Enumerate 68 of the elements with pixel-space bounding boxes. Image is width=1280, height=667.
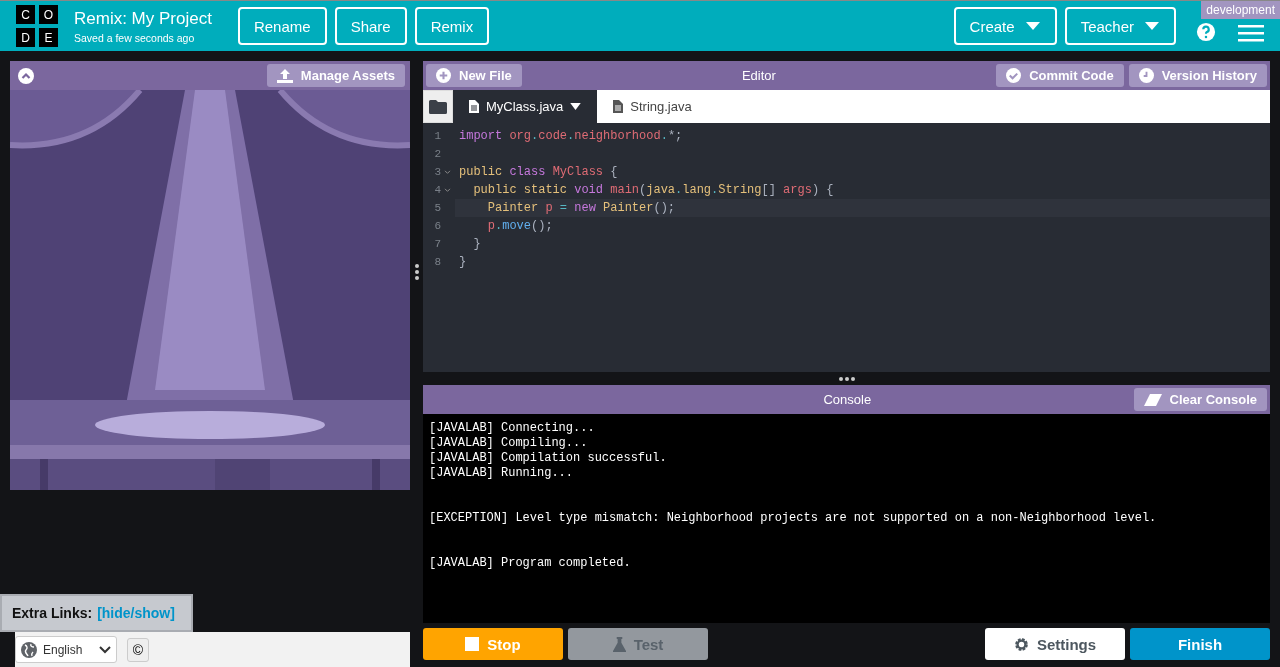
code-line: import org.code.neighborhood.*; (459, 129, 683, 143)
caret-icon (1024, 21, 1041, 31)
file-icon (613, 100, 624, 113)
upload-icon (276, 68, 293, 83)
plus-icon (436, 68, 451, 83)
flask-icon (612, 636, 626, 652)
code-line: public class MyClass { (459, 165, 618, 179)
file-tab[interactable]: String.java (597, 90, 708, 123)
action-button[interactable]: Finish (1130, 628, 1270, 660)
fold-icon[interactable] (444, 169, 451, 175)
line-number: 8 (433, 256, 441, 268)
menu-button[interactable]: Create (953, 7, 1057, 45)
version-history-button[interactable]: Version History (1128, 64, 1267, 87)
console-line: [JAVALAB] Connecting... (429, 421, 596, 436)
line-number: 5 (433, 202, 441, 214)
action-button[interactable]: Stop (423, 628, 563, 660)
line-number: 3 (433, 166, 441, 178)
editor-title: Editor (740, 68, 777, 83)
check-icon (1006, 68, 1022, 83)
header-button[interactable]: Share (334, 7, 407, 45)
help-icon[interactable] (1196, 22, 1216, 42)
file-tab[interactable]: MyClass.java (453, 90, 598, 123)
language-select[interactable]: English (15, 636, 117, 663)
stop-icon (465, 637, 480, 651)
folder-icon (429, 99, 447, 114)
save-status: Saved a few seconds ago (74, 31, 196, 44)
console-title: Console (822, 392, 873, 407)
code-logo[interactable]: C O D E (16, 5, 58, 47)
line-number: 7 (433, 238, 441, 250)
copyright-button[interactable]: © (127, 637, 149, 662)
line-number: 2 (433, 148, 441, 160)
project-title: Remix: My Project (74, 8, 212, 29)
manage-assets-button[interactable]: Manage Assets (266, 64, 405, 87)
action-button[interactable]: Settings (985, 628, 1125, 660)
file-icon (469, 100, 479, 113)
code-line: public static void main(java.lang.String[] args) { (472, 183, 834, 197)
clear-console-button[interactable]: Clear Console (1133, 388, 1267, 411)
header-button[interactable]: Remix (414, 7, 490, 45)
settings-icon (1013, 636, 1029, 652)
collapse-icon[interactable] (18, 67, 34, 84)
commit-code-button[interactable]: Commit Code (996, 64, 1124, 87)
line-number: 4 (433, 184, 441, 196)
console-line: [JAVALAB] Compiling... (429, 436, 589, 451)
menu-icon[interactable] (1238, 24, 1264, 42)
line-number: 1 (433, 130, 441, 142)
eraser-icon (1143, 393, 1162, 406)
header-button[interactable]: Rename (237, 7, 327, 45)
new-file-button[interactable]: New File (426, 64, 522, 87)
caret-icon (570, 103, 582, 110)
console-line: [JAVALAB] Running... (429, 466, 575, 481)
environment-badge: development (1201, 1, 1280, 19)
console-line: [JAVALAB] Compilation successful. (429, 451, 668, 466)
code-line: Painter p = new Painter(); (486, 201, 676, 215)
chevron-icon (99, 645, 111, 654)
menu-button[interactable]: Teacher (1064, 7, 1176, 45)
clock-icon (1138, 68, 1154, 83)
globe-icon (21, 641, 37, 658)
console-line: [JAVALAB] Program completed. (429, 556, 632, 571)
code-line: p.move(); (486, 219, 553, 233)
line-number: 6 (433, 220, 441, 232)
fold-icon[interactable] (444, 187, 451, 193)
code-line: } (472, 237, 481, 251)
hide-show-link[interactable]: [hide/show] (97, 605, 175, 621)
extra-links-label: Extra Links: (12, 605, 93, 621)
code-line: } (459, 255, 467, 269)
file-browser-button[interactable] (423, 90, 453, 123)
caret-icon (1144, 21, 1160, 31)
console-line: [EXCEPTION] Level type mismatch: Neighborhood projects are not supported on a non-Neighborhood level. (429, 511, 1158, 526)
